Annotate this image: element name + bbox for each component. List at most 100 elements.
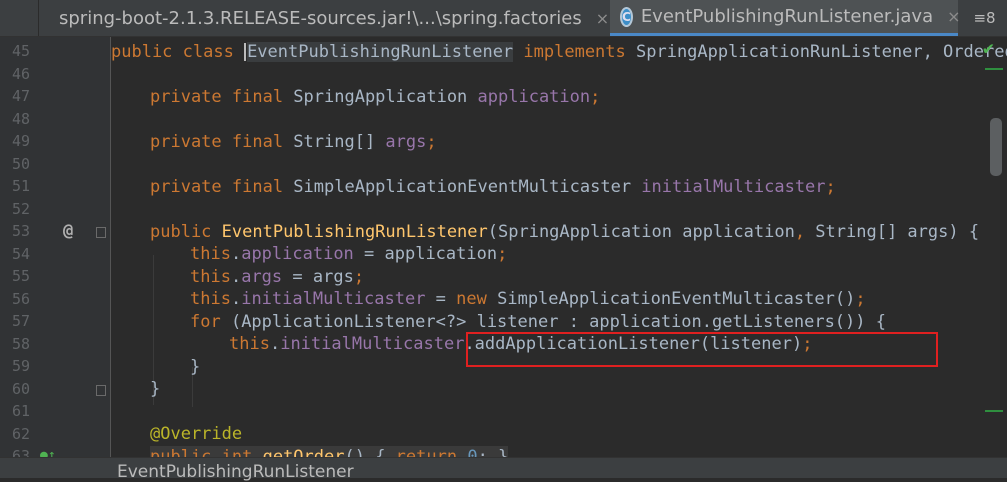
code-token: new: [456, 289, 498, 309]
line-number: 54: [11, 245, 30, 263]
text-caret: [244, 43, 247, 61]
change-marker[interactable]: [985, 68, 1003, 70]
code-token: SpringApplicationRunListener,: [636, 42, 944, 62]
code-token: .: [269, 334, 281, 354]
line-number: 51: [11, 177, 30, 195]
tab-label: EventPublishingRunListener.java: [640, 6, 934, 27]
code-token: .: [230, 244, 242, 264]
line-number: 49: [11, 132, 30, 150]
change-marker[interactable]: [985, 410, 1003, 412]
code-token: ;: [353, 267, 365, 287]
line-number: 45: [11, 42, 30, 60]
tab-scroll-stub: [0, 0, 36, 36]
line-number: 53: [11, 222, 30, 240]
code-token: return: [395, 447, 468, 457]
code-token: ;: [497, 244, 508, 264]
code-token: .: [230, 267, 242, 287]
code-token: initialMulticaster: [280, 334, 465, 354]
code-token: for: [190, 312, 231, 332]
line-number: 57: [11, 312, 30, 330]
code-token: ;: [825, 177, 836, 197]
code-token: public class: [111, 42, 245, 62]
code-token: String[]: [293, 132, 386, 152]
line-number: 55: [11, 267, 30, 285]
tab-spring-factories[interactable]: spring-boot-2.1.3.RELEASE-sources.jar!\.…: [38, 0, 609, 36]
tab-overflow-button[interactable]: ≡8: [962, 0, 1007, 36]
close-icon[interactable]: ×: [596, 9, 609, 28]
code-line-56: this.initialMulticaster = new SimpleAppl…: [190, 288, 866, 310]
code-token: implements: [513, 42, 636, 62]
tab-label: spring-boot-2.1.3.RELEASE-sources.jar!\.…: [59, 7, 582, 29]
code-token: =: [425, 289, 457, 309]
vertical-scrollbar[interactable]: [990, 118, 1002, 176]
code-token: ,: [794, 222, 816, 242]
code-token: application: [477, 87, 591, 107]
line-number: 63: [11, 447, 30, 457]
fold-marker-icon[interactable]: [96, 385, 106, 396]
class-c-icon: C: [620, 6, 633, 27]
code-token: ;: [590, 87, 601, 107]
code-token: = application: [353, 244, 498, 264]
code-line-47: private final SpringApplication applicat…: [150, 86, 600, 108]
code-token: this: [190, 267, 231, 287]
line-number: 62: [11, 425, 30, 443]
code-line-49: private final String[] args;: [150, 131, 437, 153]
editor-tab-bar: spring-boot-2.1.3.RELEASE-sources.jar!\.…: [0, 0, 1007, 37]
breadcrumb[interactable]: EventPublishingRunListener: [117, 462, 354, 482]
code-token: String[] args) {: [815, 222, 980, 242]
code-token: .: [230, 289, 242, 309]
code-token: ;: [426, 132, 437, 152]
code-token: args: [385, 132, 427, 152]
code-token: @Override: [150, 424, 243, 444]
line-number: 47: [11, 87, 30, 105]
code-token: public: [150, 222, 222, 242]
tab-event-publishing-run-listener[interactable]: C EventPublishingRunListener.java ×: [610, 0, 961, 36]
line-number: 61: [11, 402, 30, 420]
code-token: this: [229, 334, 270, 354]
breadcrumb-bar: EventPublishingRunListener: [0, 457, 1007, 482]
code-line-60: }: [150, 378, 160, 400]
fold-marker-icon[interactable]: [96, 227, 106, 238]
code-token: EventPublishingRunListener: [247, 42, 514, 62]
code-token: (ApplicationListener<?> listener : appli…: [230, 312, 886, 332]
highlight-box: [466, 332, 938, 367]
code-editor[interactable]: public class EventPublishingRunListener …: [111, 37, 1007, 457]
code-token: 0: [467, 447, 478, 457]
code-token: ; }: [477, 447, 509, 457]
line-number: 58: [11, 335, 30, 353]
code-token: SpringApplication: [293, 87, 478, 107]
line-number: 48: [11, 110, 30, 128]
code-line-63: public int getOrder() { return 0; }: [150, 446, 509, 457]
code-token: this: [190, 244, 231, 264]
code-token: private final: [150, 177, 294, 197]
code-token: SimpleApplicationEventMulticaster(): [497, 289, 856, 309]
line-number: 50: [11, 155, 30, 173]
code-token: application: [241, 244, 354, 264]
line-number: 46: [11, 65, 30, 83]
code-token: getOrder: [262, 447, 345, 457]
code-token: }: [190, 357, 201, 377]
line-number: 52: [11, 200, 30, 218]
line-number: 60: [11, 380, 30, 398]
code-line-62: @Override: [150, 423, 242, 445]
code-token: ;: [855, 289, 866, 309]
code-line-51: private final SimpleApplicationEventMult…: [150, 176, 836, 198]
code-token: (SpringApplication application: [487, 222, 795, 242]
code-token: EventPublishingRunListener: [221, 222, 488, 242]
overrides-method-icon[interactable]: @: [63, 221, 73, 241]
code-line-57: for (ApplicationListener<?> listener : a…: [190, 311, 886, 333]
line-number: 59: [11, 357, 30, 375]
line-number: 56: [11, 290, 30, 308]
code-token: () {: [344, 447, 396, 457]
code-line-55: this.args = args;: [190, 266, 364, 288]
inspection-ok-icon[interactable]: ✔: [983, 38, 994, 59]
close-icon[interactable]: ×: [947, 7, 960, 26]
code-token: initialMulticaster: [241, 289, 426, 309]
code-token: this: [190, 289, 231, 309]
code-line-54: this.application = application;: [190, 243, 507, 265]
code-token: private final: [150, 132, 294, 152]
code-token: SimpleApplicationEventMulticaster: [293, 177, 642, 197]
code-token: public int: [150, 447, 263, 457]
code-line-59: }: [190, 356, 200, 378]
code-line-53: public EventPublishingRunListener(Spring…: [150, 221, 979, 243]
